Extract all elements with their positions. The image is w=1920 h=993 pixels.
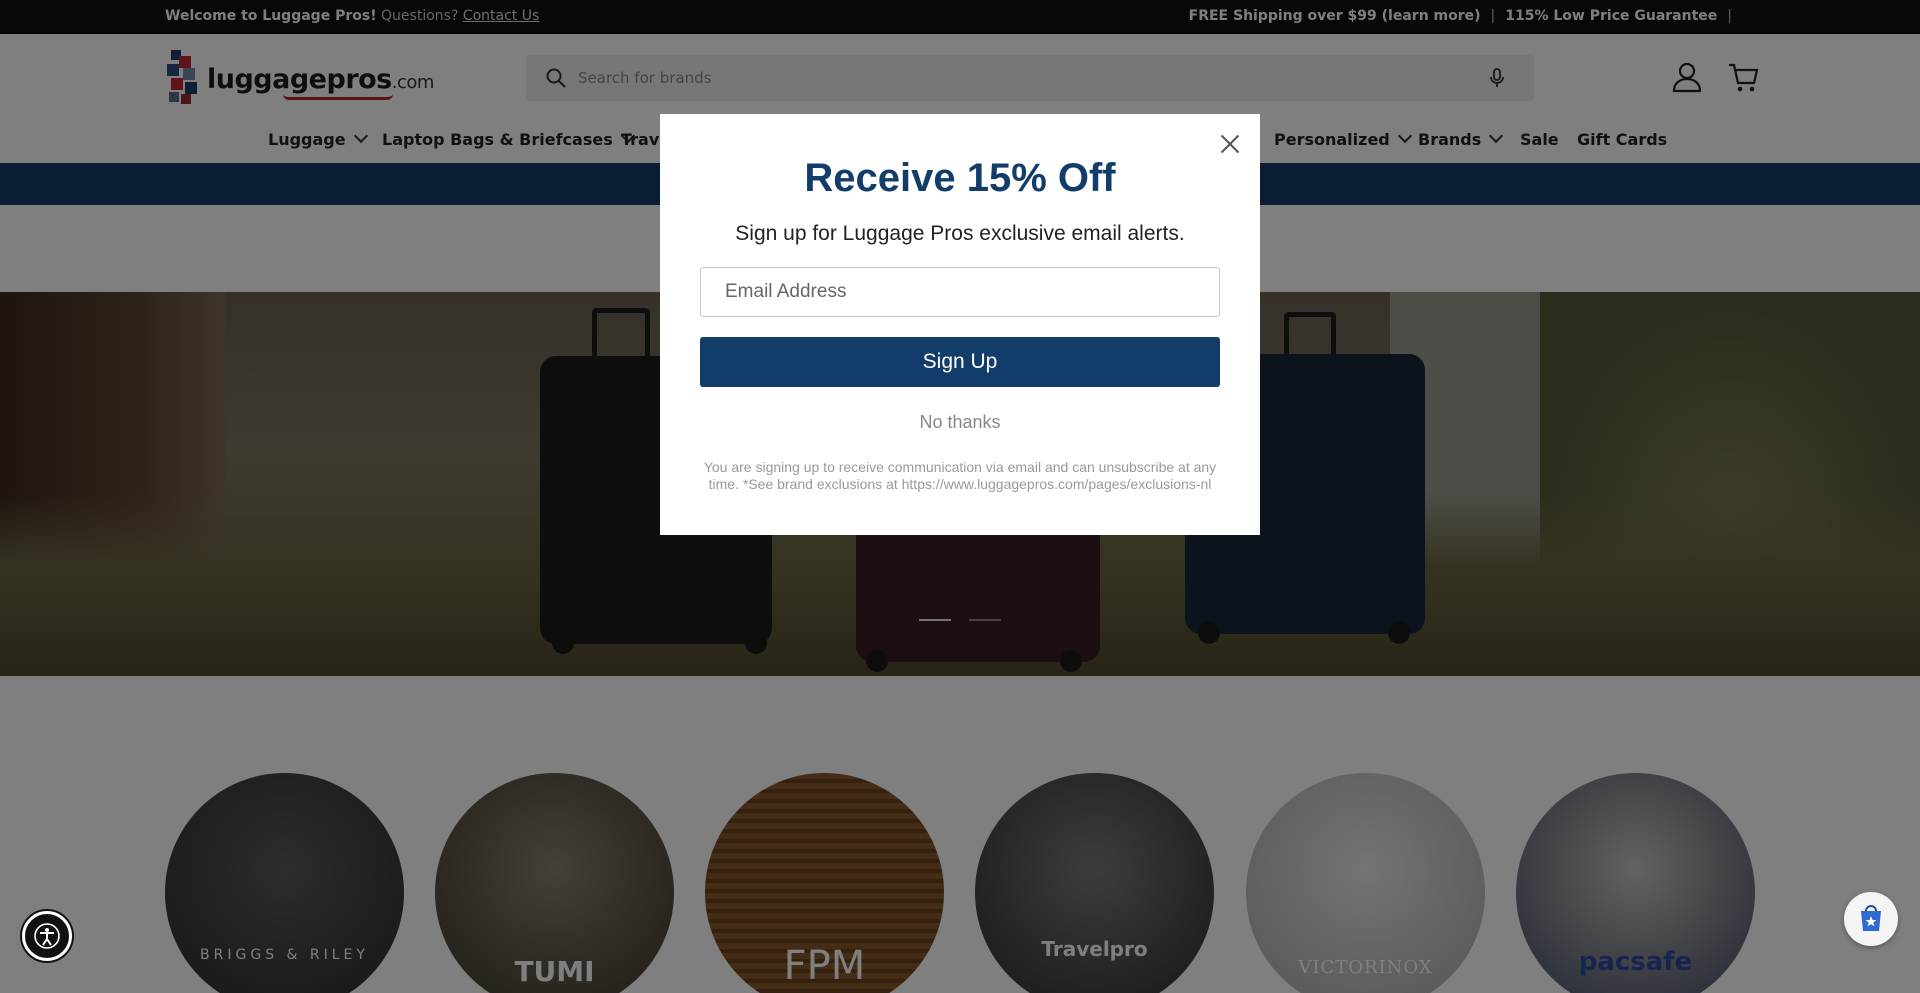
modal-title: Receive 15% Off bbox=[804, 156, 1116, 200]
accessibility-button[interactable] bbox=[22, 911, 72, 961]
close-icon[interactable] bbox=[1218, 132, 1242, 156]
modal-subtitle: Sign up for Luggage Pros exclusive email… bbox=[735, 222, 1185, 245]
chat-widget-button[interactable] bbox=[1844, 892, 1898, 946]
fine-print: You are signing up to receive communicat… bbox=[703, 459, 1217, 492]
sign-up-button[interactable]: Sign Up bbox=[700, 337, 1220, 387]
chat-icon bbox=[1861, 905, 1881, 931]
accessibility-icon bbox=[34, 923, 60, 949]
email-signup-modal: Receive 15% Off Sign up for Luggage Pros… bbox=[660, 114, 1260, 535]
no-thanks-button[interactable]: No thanks bbox=[660, 412, 1260, 433]
email-field[interactable] bbox=[700, 267, 1220, 317]
